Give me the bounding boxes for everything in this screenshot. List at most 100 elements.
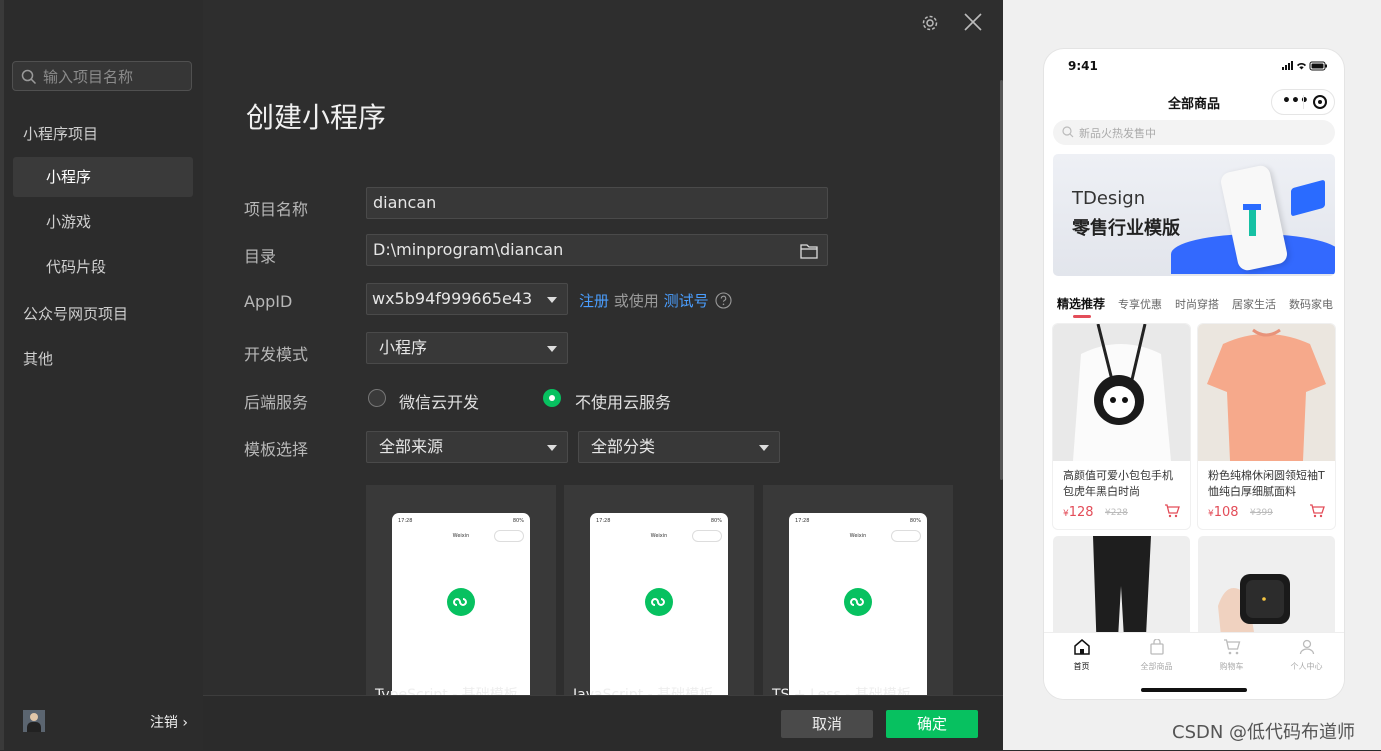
chevron-down-icon [759, 445, 769, 451]
radio-label-wechat-cloud[interactable]: 微信云开发 [399, 389, 479, 413]
folder-icon[interactable] [800, 243, 818, 259]
template-preview: 17:28 80% Weixin [590, 513, 728, 695]
tdesign-logo-icon [1243, 204, 1261, 236]
project-search-input[interactable] [41, 65, 190, 89]
price-value: 108 [1213, 505, 1239, 520]
help-icon[interactable] [715, 292, 732, 309]
tab-featured[interactable]: 精选推荐 [1057, 295, 1105, 318]
template-category-value: 全部分类 [591, 437, 656, 456]
page-title: 创建小程序 [246, 101, 387, 134]
register-link[interactable]: 注册 [579, 292, 609, 310]
home-indicator [1141, 688, 1247, 692]
close-icon[interactable] [963, 12, 983, 32]
radio-wechat-cloud[interactable] [368, 389, 386, 407]
goods-price: ¥128 [1063, 505, 1094, 520]
miniprogram-logo-icon [844, 588, 872, 616]
directory-value: D:\minprogram\diancan [373, 240, 564, 259]
cancel-button[interactable]: 取消 [781, 710, 873, 738]
phone-preview: 9:41 全部商品 ••• 新品火热发售中 TDesign 零售行业模版 精选推… [1044, 49, 1344, 699]
template-battery: 80% [512, 518, 524, 524]
add-cart-icon[interactable] [1164, 504, 1180, 518]
radio-no-cloud[interactable] [543, 389, 561, 407]
template-source-select[interactable]: 全部来源 [366, 431, 568, 463]
tabbar-all-goods[interactable]: 全部商品 [1119, 638, 1194, 672]
tab-digital[interactable]: 数码家电 [1289, 296, 1333, 312]
label-directory: 目录 [244, 247, 277, 266]
chevron-down-icon [547, 445, 557, 451]
tab-discount[interactable]: 专享优惠 [1118, 296, 1162, 312]
label-template: 模板选择 [244, 440, 309, 459]
search-icon [21, 69, 37, 85]
tabbar-label: 购物车 [1219, 662, 1244, 671]
directory-input[interactable]: D:\minprogram\diancan [366, 234, 828, 266]
tabbar-profile[interactable]: 个人中心 [1269, 639, 1344, 672]
bag-icon [1149, 638, 1164, 655]
banner[interactable]: TDesign 零售行业模版 [1053, 154, 1335, 276]
group-other[interactable]: 其他 [23, 348, 53, 369]
product-image [1198, 324, 1335, 461]
sidebar-item-miniprogram[interactable]: 小程序 [13, 157, 193, 197]
cube-image [1291, 179, 1325, 217]
chevron-down-icon [547, 346, 557, 352]
goods-price: ¥108 [1208, 505, 1239, 520]
banner-subtitle: 零售行业模版 [1072, 218, 1180, 239]
tabbar-label: 首页 [1073, 662, 1090, 671]
search-icon [1062, 126, 1074, 138]
preview-search[interactable]: 新品火热发售中 [1053, 120, 1335, 145]
chevron-down-icon [547, 297, 557, 303]
logout-button[interactable]: 注销 › [150, 712, 188, 732]
goods-orig-price: ¥228 [1105, 508, 1128, 518]
sidebar-item-code-snippet[interactable]: 代码片段 [13, 247, 193, 287]
miniprogram-logo-icon [645, 588, 673, 616]
dialog-footer: 取消 确定 [203, 695, 1003, 751]
goods-card[interactable]: 高颜值可爱小包包手机包虎年黑白时尚 ¥128 ¥228 [1053, 324, 1190, 529]
capsule-icon [494, 530, 524, 542]
label-dev-mode: 开发模式 [244, 345, 309, 364]
cart-icon [1223, 639, 1240, 655]
group-miniprogram[interactable]: 小程序项目 [23, 123, 98, 144]
project-name-input[interactable]: diancan [366, 187, 828, 219]
template-card-javascript[interactable]: 17:28 80% Weixin JavaScript - 基础模板 [564, 485, 754, 695]
capsule-button[interactable]: ••• [1271, 89, 1335, 115]
label-backend: 后端服务 [244, 393, 309, 412]
template-card-typescript[interactable]: 17:28 80% Weixin TypeScript - 基础模板 [366, 485, 556, 695]
create-dialog: 创建小程序 项目名称 diancan 目录 D:\minprogram\dian… [203, 0, 1003, 751]
tab-fashion[interactable]: 时尚穿搭 [1175, 296, 1219, 312]
group-official-account[interactable]: 公众号网页项目 [23, 303, 128, 324]
template-title: JavaScript - 基础模板 [573, 687, 714, 695]
status-time: 9:41 [1068, 59, 1098, 73]
project-search[interactable] [12, 61, 192, 91]
banner-title: TDesign [1072, 188, 1146, 209]
radio-label-no-cloud[interactable]: 不使用云服务 [575, 389, 671, 413]
sidebar-item-minigame[interactable]: 小游戏 [13, 202, 193, 242]
template-preview: 17:28 80% Weixin [392, 513, 530, 695]
product-image [1053, 324, 1190, 461]
target-icon[interactable] [1313, 95, 1327, 109]
label-project-name: 项目名称 [244, 200, 309, 219]
tab-bar: 首页 全部商品 购物车 个人中心 [1044, 632, 1344, 699]
or-use-text: 或使用 [613, 292, 659, 310]
template-title: TypeScript - 基础模板 [375, 687, 518, 695]
tabbar-home[interactable]: 首页 [1044, 639, 1119, 672]
gear-icon[interactable] [921, 14, 939, 32]
goods-card[interactable]: 粉色纯棉休闲圆领短袖T恤纯白厚细腻面料 ¥108 ¥399 [1198, 324, 1335, 529]
template-battery: 80% [909, 518, 921, 524]
tabbar-cart[interactable]: 购物车 [1194, 639, 1269, 672]
preview-search-placeholder: 新品火热发售中 [1079, 127, 1156, 140]
template-preview: 17:28 80% Weixin [789, 513, 927, 695]
sidebar-footer: 注销 › [23, 710, 188, 734]
add-cart-icon[interactable] [1309, 504, 1325, 518]
label-appid: AppID [244, 292, 293, 311]
tab-home[interactable]: 居家生活 [1232, 296, 1276, 312]
template-category-select[interactable]: 全部分类 [578, 431, 780, 463]
chevron-right-icon: › [182, 715, 188, 731]
template-card-ts-less[interactable]: 17:28 80% Weixin TS + Less - 基础模板 [763, 485, 953, 695]
appid-select[interactable]: wx5b94f999665e4306 [366, 283, 568, 315]
avatar[interactable] [23, 710, 45, 732]
dev-mode-select[interactable]: 小程序 [366, 332, 568, 364]
banner-indicator [1171, 264, 1231, 276]
confirm-button[interactable]: 确定 [886, 710, 978, 738]
template-time: 17:28 [795, 518, 810, 524]
test-account-link[interactable]: 测试号 [664, 292, 709, 310]
more-icon[interactable]: ••• [1282, 94, 1309, 108]
